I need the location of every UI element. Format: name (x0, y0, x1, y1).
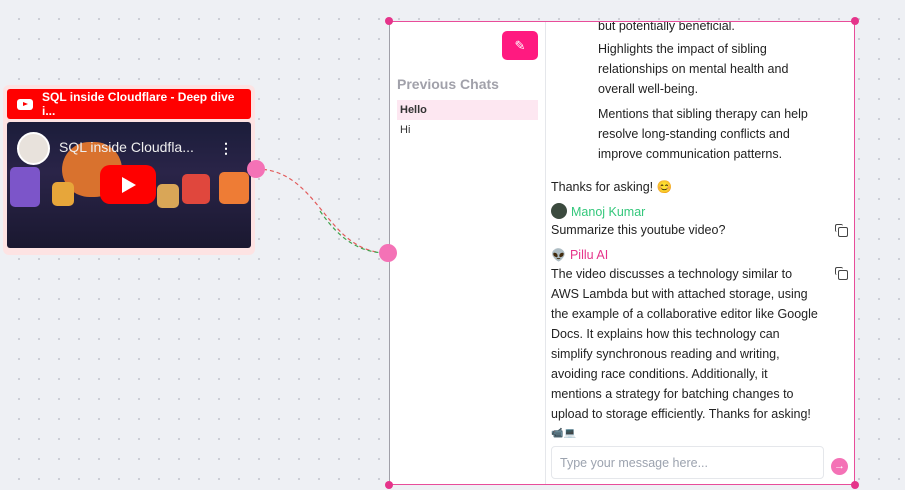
ai-message-line: Docs. It explains how this technology ca… (551, 327, 780, 341)
user-avatar (551, 203, 567, 219)
ai-message-line: avoiding race conditions. Additionally, … (551, 367, 768, 381)
ai-message-header: 👽 Pillu AI (551, 245, 608, 265)
video-thumbnail-shape (10, 167, 40, 207)
ai-message-line: AWS Lambda but with attached storage, us… (551, 287, 808, 301)
resize-handle[interactable] (385, 17, 393, 25)
ai-avatar: 👽 (551, 248, 566, 262)
copy-icon[interactable] (835, 267, 848, 280)
user-message-text: Summarize this youtube video? (551, 223, 726, 237)
copy-icon[interactable] (835, 224, 848, 237)
channel-avatar[interactable] (17, 132, 50, 165)
video-thumbnail-shape (52, 182, 74, 206)
ai-message-line: upload to storage efficiently. Thanks fo… (551, 407, 811, 421)
more-options-icon[interactable]: ⋮ (219, 140, 233, 157)
target-handle[interactable] (379, 244, 397, 262)
message-line: but potentially beneficial. (598, 21, 735, 33)
video-thumbnail-shape (182, 174, 210, 204)
message-line: Mentions that sibling therapy can help (598, 107, 808, 121)
youtube-node[interactable]: SQL inside Cloudflare - Deep dive i... S… (3, 85, 255, 255)
resize-handle[interactable] (385, 481, 393, 489)
message-line: Highlights the impact of sibling (598, 42, 767, 56)
youtube-node-header: SQL inside Cloudflare - Deep dive i... (7, 89, 251, 119)
new-chat-button[interactable]: ✎ (502, 31, 538, 60)
ai-message-line: mentions a strategy for batching changes… (551, 387, 794, 401)
ai-message-line: the example of a collaborative editor li… (551, 307, 818, 321)
resize-handle[interactable] (851, 17, 859, 25)
youtube-icon (17, 98, 33, 110)
video-thumbnail-shape (157, 184, 179, 208)
video-title[interactable]: SQL inside Cloudfla... (59, 139, 194, 155)
user-name: Manoj Kumar (571, 205, 646, 219)
resize-handle[interactable] (851, 481, 859, 489)
edit-icon: ✎ (514, 37, 526, 53)
chat-messages: but potentially beneficial. Highlights t… (551, 22, 854, 484)
video-thumbnail-shape (219, 172, 249, 204)
play-button[interactable] (100, 165, 156, 204)
source-handle[interactable] (247, 160, 265, 178)
ai-name: Pillu AI (569, 248, 609, 262)
chat-item-hello[interactable]: Hello (397, 100, 538, 120)
message-line: relationships on mental health and (598, 62, 789, 76)
chat-node: ✎ Previous Chats Hello Hi but potentiall… (389, 21, 855, 485)
send-button[interactable]: → (831, 458, 848, 475)
message-line: overall well-being. (598, 82, 699, 96)
ai-message-emoji: 📹💻 (551, 428, 576, 439)
ai-message-line: The video discusses a technology similar… (551, 267, 793, 281)
user-message-header: Manoj Kumar (551, 202, 645, 222)
message-line: improve communication patterns. (598, 147, 783, 161)
chat-item-hi[interactable]: Hi (397, 120, 538, 140)
message-input[interactable]: Type your message here... (551, 446, 824, 479)
message-line: resolve long-standing conflicts and (598, 127, 790, 141)
ai-message-line: simplify synchronous reading and writing… (551, 347, 780, 361)
message-line: Thanks for asking! 😊 (551, 180, 673, 194)
chat-sidebar: ✎ Previous Chats Hello Hi (390, 22, 546, 484)
video-header-title: SQL inside Cloudflare - Deep dive i... (41, 90, 235, 118)
video-player[interactable]: SQL inside Cloudfla... ⋮ (7, 122, 251, 248)
previous-chats-title: Previous Chats (397, 76, 499, 92)
